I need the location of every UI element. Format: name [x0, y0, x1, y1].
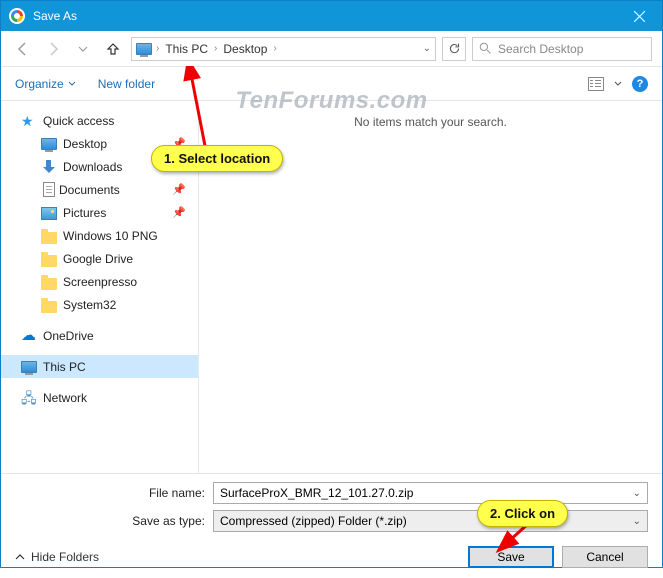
- nav-onedrive[interactable]: ☁OneDrive: [1, 324, 198, 347]
- network-icon: 🖧: [21, 390, 37, 406]
- thispc-icon: [21, 361, 37, 373]
- callout-2: 2. Click on: [477, 500, 568, 527]
- desktop-icon: [41, 138, 57, 150]
- search-placeholder: Search Desktop: [498, 42, 583, 56]
- chrome-icon: [9, 8, 25, 24]
- address-bar[interactable]: › This PC › Desktop › ⌄: [131, 37, 436, 61]
- hide-folders-button[interactable]: Hide Folders: [15, 550, 99, 564]
- filename-label: File name:: [15, 486, 205, 500]
- footer: File name: SurfaceProX_BMR_12_101.27.0.z…: [1, 473, 662, 578]
- cloud-icon: ☁: [21, 328, 37, 344]
- view-menu[interactable]: [588, 77, 604, 91]
- new-folder-button[interactable]: New folder: [98, 77, 155, 91]
- nav-system32[interactable]: System32: [1, 293, 198, 316]
- organize-menu[interactable]: Organize: [15, 77, 76, 91]
- nav-quick-access[interactable]: ★Quick access: [1, 109, 198, 132]
- download-icon: [41, 159, 57, 175]
- chevron-down-icon[interactable]: ⌄: [633, 516, 641, 527]
- nav-pictures[interactable]: Pictures📌: [1, 201, 198, 224]
- recent-dropdown[interactable]: [71, 37, 95, 61]
- document-icon: [43, 182, 55, 197]
- chevron-right-icon: ›: [214, 43, 217, 54]
- breadcrumb-desktop[interactable]: Desktop: [221, 42, 269, 56]
- search-icon: [479, 42, 492, 55]
- cancel-button[interactable]: Cancel: [562, 546, 648, 568]
- chevron-right-icon: ›: [156, 43, 159, 54]
- nav-thispc[interactable]: This PC: [1, 355, 198, 378]
- save-button[interactable]: Save: [468, 546, 554, 568]
- folder-icon: [41, 301, 57, 313]
- address-dropdown-icon[interactable]: ⌄: [423, 43, 431, 54]
- nav-googledrive[interactable]: Google Drive: [1, 247, 198, 270]
- close-button[interactable]: [617, 1, 662, 31]
- search-input[interactable]: Search Desktop: [472, 37, 652, 61]
- back-button[interactable]: [11, 37, 35, 61]
- title-bar: Save As: [1, 1, 662, 31]
- pictures-icon: [41, 207, 57, 220]
- folder-icon: [41, 232, 57, 244]
- folder-icon: [41, 255, 57, 267]
- nav-screenpresso[interactable]: Screenpresso: [1, 270, 198, 293]
- nav-documents[interactable]: Documents📌: [1, 178, 198, 201]
- toolbar: Organize New folder ?: [1, 67, 662, 101]
- breadcrumb-thispc[interactable]: This PC: [163, 42, 210, 56]
- chevron-up-icon: [15, 552, 25, 562]
- pin-icon: 📌: [172, 206, 186, 219]
- view-dropdown-icon[interactable]: [614, 80, 622, 88]
- window-title: Save As: [33, 9, 617, 23]
- empty-message: No items match your search.: [354, 115, 507, 129]
- chevron-right-icon: ›: [273, 43, 276, 54]
- pin-icon: 📌: [172, 183, 186, 196]
- nav-network[interactable]: 🖧Network: [1, 386, 198, 409]
- nav-win10png[interactable]: Windows 10 PNG: [1, 224, 198, 247]
- up-button[interactable]: [101, 37, 125, 61]
- savetype-label: Save as type:: [15, 514, 205, 528]
- help-button[interactable]: ?: [632, 76, 648, 92]
- thispc-icon: [136, 43, 152, 55]
- folder-icon: [41, 278, 57, 290]
- forward-button[interactable]: [41, 37, 65, 61]
- chevron-down-icon[interactable]: ⌄: [633, 488, 641, 499]
- nav-row: › This PC › Desktop › ⌄ Search Desktop: [1, 31, 662, 67]
- filename-input[interactable]: SurfaceProX_BMR_12_101.27.0.zip⌄: [213, 482, 648, 504]
- star-icon: ★: [21, 113, 37, 129]
- callout-1: 1. Select location: [151, 145, 283, 172]
- savetype-select[interactable]: Compressed (zipped) Folder (*.zip)⌄: [213, 510, 648, 532]
- refresh-button[interactable]: [442, 37, 466, 61]
